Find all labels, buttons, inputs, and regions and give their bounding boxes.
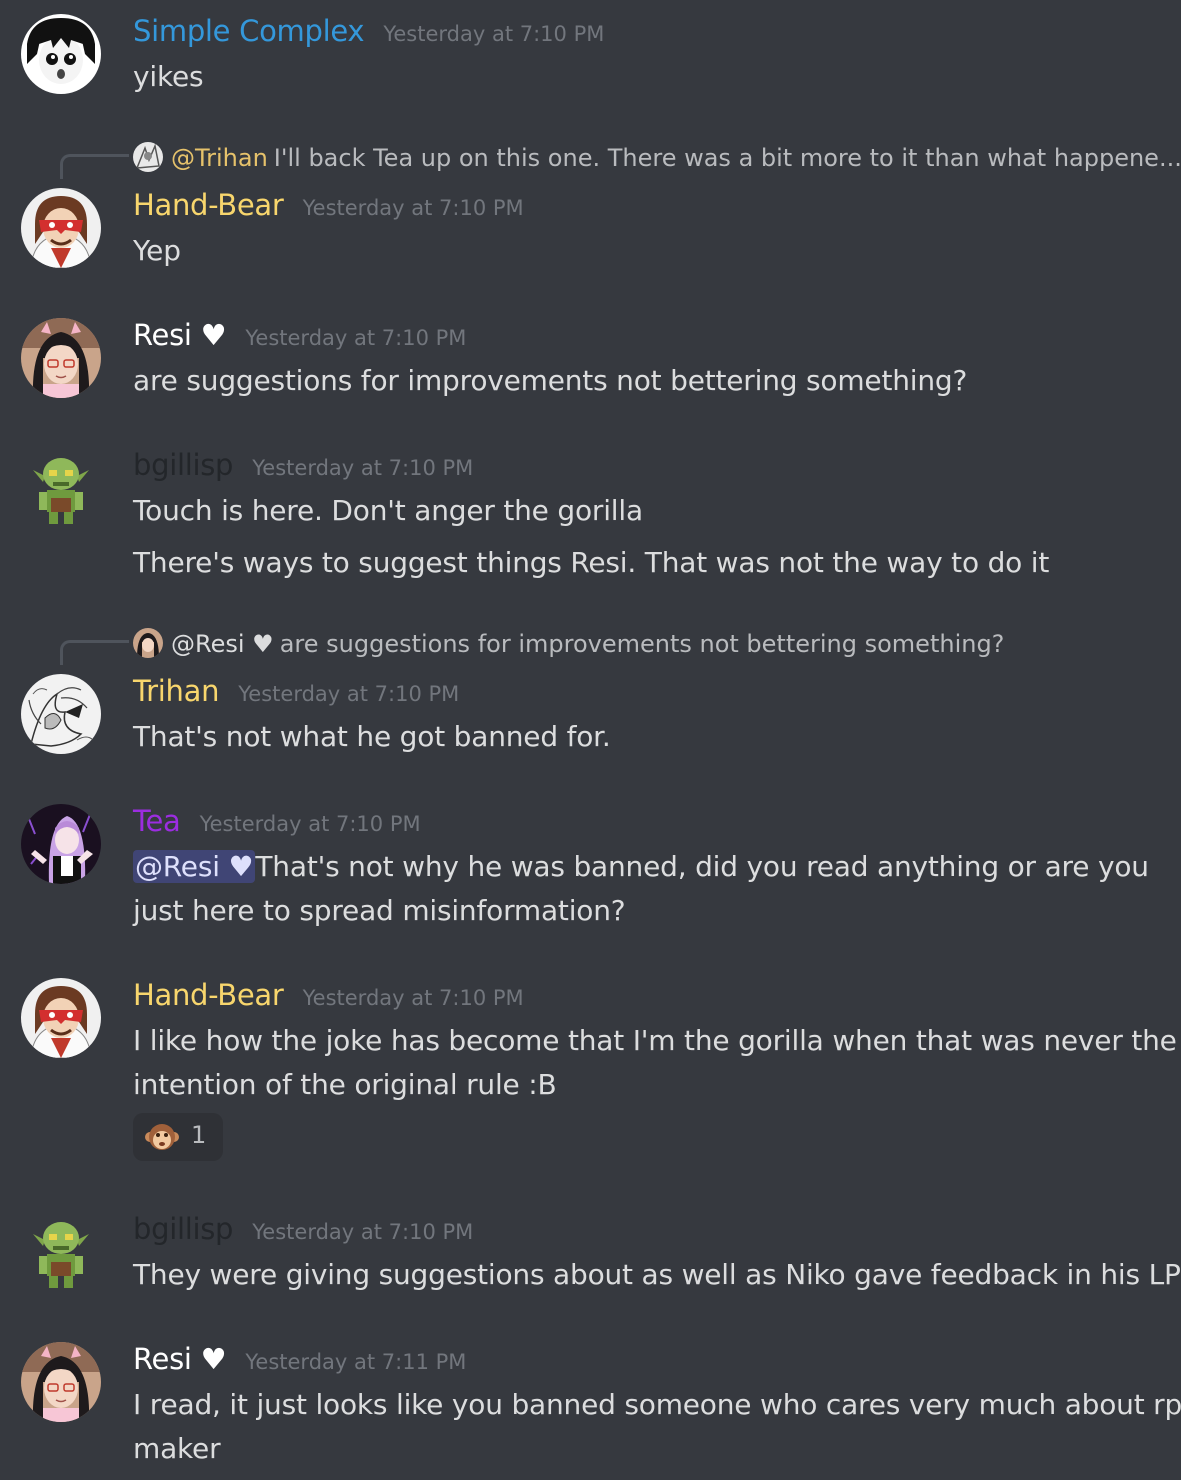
reply-avatar-trihan [133,142,163,172]
avatar-tea[interactable] [21,804,101,884]
timestamp: Yesterday at 7:10 PM [252,456,474,480]
reply-text: are suggestions for improvements not bet… [279,630,1005,658]
author-name[interactable]: bgillisp [133,448,233,482]
message-text: That's not what he got banned for. [133,720,611,753]
avatar-bgillisp[interactable] [21,448,101,528]
message-header: Trihan Yesterday at 7:10 PM [133,674,459,708]
timestamp: Yesterday at 7:10 PM [245,326,467,350]
timestamp: Yesterday at 7:10 PM [302,986,524,1010]
monkey-face-icon [145,1122,179,1152]
message-header: Tea Yesterday at 7:10 PM [133,804,421,838]
message-text: maker [133,1432,221,1465]
reply-author[interactable]: @Resi ♥ [171,630,274,658]
avatar-resi[interactable] [21,318,101,398]
reply-author[interactable]: @Trihan [171,144,268,172]
message-text: @Resi ♥That's not why he was banned, did… [133,845,1149,889]
message-header: bgillisp Yesterday at 7:10 PM [133,448,473,482]
author-name[interactable]: Simple Complex [133,14,365,48]
avatar-hand-bear[interactable] [21,978,101,1058]
author-name[interactable]: Hand-Bear [133,188,284,222]
reply-avatar-resi [133,628,163,658]
author-name[interactable]: Resi ♥ [133,318,227,352]
message-text: They were giving suggestions about as we… [133,1258,1181,1291]
message-text: Touch is here. Don't anger the gorilla [133,494,643,527]
message-header: Resi ♥ Yesterday at 7:10 PM [133,318,466,352]
timestamp: Yesterday at 7:11 PM [245,1350,467,1374]
chat-messages: Simple Complex Yesterday at 7:10 PM yike… [0,0,1181,1480]
avatar-resi[interactable] [21,1342,101,1422]
timestamp: Yesterday at 7:10 PM [238,682,460,706]
timestamp: Yesterday at 7:10 PM [383,22,605,46]
reply-text: I'll back Tea up on this one. There was … [273,144,1181,172]
author-name[interactable]: Resi ♥ [133,1342,227,1376]
message-header: Hand-Bear Yesterday at 7:10 PM [133,978,524,1012]
timestamp: Yesterday at 7:10 PM [252,1220,474,1244]
reaction-button[interactable]: 1 [133,1113,223,1161]
message-text: intention of the original rule :B [133,1068,557,1101]
reaction-count: 1 [191,1121,207,1149]
avatar-hand-bear[interactable] [21,188,101,268]
message-text: just here to spread misinformation? [133,894,626,927]
message-text: I like how the joke has become that I'm … [133,1024,1177,1057]
message-text: There's ways to suggest things Resi. Tha… [133,546,1050,579]
message-header: bgillisp Yesterday at 7:10 PM [133,1212,473,1246]
message-text: Yep [133,234,181,267]
message-header: Resi ♥ Yesterday at 7:11 PM [133,1342,466,1376]
reply-spine [60,640,129,665]
avatar-trihan[interactable] [21,674,101,754]
author-name[interactable]: Trihan [133,674,219,708]
reply-spine [60,154,129,179]
message-text: are suggestions for improvements not bet… [133,364,968,397]
message-text: I read, it just looks like you banned so… [133,1388,1181,1421]
author-name[interactable]: Tea [133,804,181,838]
message-text: yikes [133,60,204,93]
user-mention[interactable]: @Resi ♥ [133,850,256,883]
message-text-segment: That's not why he was banned, did you re… [255,850,1149,883]
timestamp: Yesterday at 7:10 PM [302,196,524,220]
author-name[interactable]: Hand-Bear [133,978,284,1012]
author-name[interactable]: bgillisp [133,1212,233,1246]
avatar-simple-complex[interactable] [21,14,101,94]
timestamp: Yesterday at 7:10 PM [199,812,421,836]
avatar-bgillisp[interactable] [21,1212,101,1292]
message-header: Hand-Bear Yesterday at 7:10 PM [133,188,524,222]
message-header: Simple Complex Yesterday at 7:10 PM [133,14,604,48]
